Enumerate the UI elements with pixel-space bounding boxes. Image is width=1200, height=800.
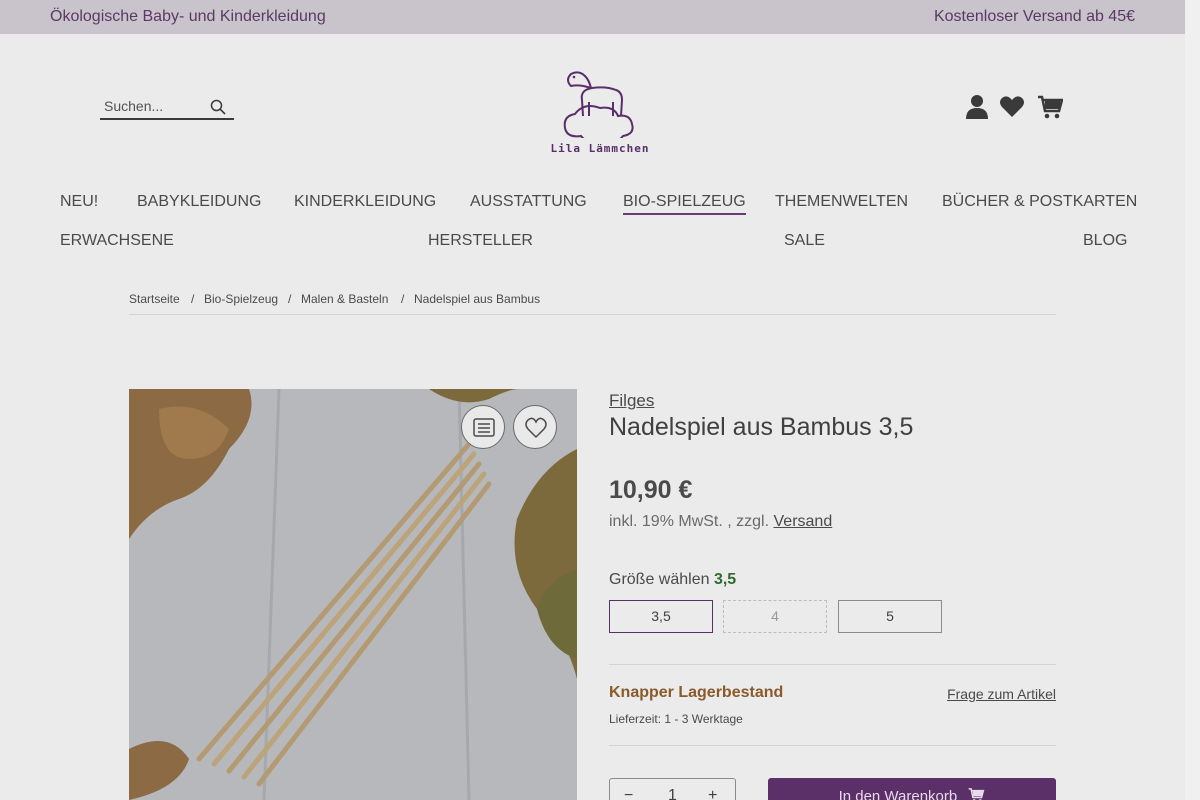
nav-item-kinderkleidung[interactable]: KINDERKLEIDUNG	[294, 193, 436, 211]
size-option-5[interactable]: 5	[838, 600, 942, 633]
breadcrumb-current: Nadelspiel aus Bambus	[414, 292, 541, 306]
add-to-cart-button[interactable]: In den Warenkorb	[768, 778, 1056, 800]
cart-icon[interactable]	[1037, 94, 1064, 125]
nav-item-ausstattung[interactable]: AUSSTATTUNG	[470, 193, 587, 211]
size-option-3-5[interactable]: 3,5	[609, 600, 713, 633]
page-scrollbar[interactable]	[1185, 0, 1200, 800]
quantity-value[interactable]: 1	[668, 787, 677, 800]
nav-item-hersteller[interactable]: HERSTELLER	[428, 232, 533, 250]
stock-status: Knapper Lagerbestand	[609, 684, 784, 701]
shipping-link[interactable]: Versand	[774, 513, 833, 530]
announcement-right: Kostenloser Versand ab 45€	[933, 8, 1135, 25]
cart-icon	[969, 788, 985, 800]
breadcrumb-malen-basteln[interactable]: Malen & Basteln	[301, 292, 388, 306]
user-icon[interactable]	[965, 94, 989, 125]
list-icon	[473, 418, 495, 437]
quantity-stepper[interactable]: − 1 +	[609, 778, 736, 800]
heart-outline-icon	[525, 417, 547, 439]
question-link[interactable]: Frage zum Artikel	[947, 686, 1056, 702]
size-label-text: Größe wählen	[609, 571, 710, 588]
nav-item-erwachsene[interactable]: ERWACHSENE	[60, 232, 174, 250]
stock-box: Knapper Lagerbestand Lieferzeit: 1 - 3 W…	[609, 664, 1056, 746]
tax-text: inkl. 19% MwSt. , zzgl.	[609, 513, 770, 530]
nav-item-buecher-postkarten[interactable]: BÜCHER & POSTKARTEN	[942, 193, 1137, 211]
top-announcement-bar: Ökologische Baby- und Kinderkleidung Kos…	[0, 0, 1185, 34]
product-title: Nadelspiel aus Bambus 3,5	[609, 413, 914, 441]
logo[interactable]: Lila Lämmchen	[545, 62, 655, 158]
nav-item-neu[interactable]: NEU!	[60, 193, 98, 211]
product-price: 10,90 €	[609, 476, 693, 504]
breadcrumb-separator: /	[191, 292, 195, 306]
size-option-4[interactable]: 4	[723, 600, 827, 633]
nav-row-1: NEU! BABYKLEIDUNG KINDERKLEIDUNG AUSSTAT…	[60, 193, 1137, 223]
product-image[interactable]	[129, 389, 577, 800]
search-input[interactable]	[104, 98, 204, 114]
search-box	[100, 96, 234, 120]
nav-row-2: ERWACHSENE HERSTELLER SALE BLOG	[60, 232, 1127, 262]
breadcrumb-separator: /	[288, 292, 292, 306]
product-photo	[129, 389, 577, 800]
nav-item-sale[interactable]: SALE	[784, 232, 825, 250]
plus-icon[interactable]: +	[708, 787, 717, 800]
logo-text: Lila Lämmchen	[550, 142, 650, 155]
selected-size: 3,5	[713, 571, 737, 588]
search-icon[interactable]	[210, 99, 226, 115]
nav-item-themenwelten[interactable]: THEMENWELTEN	[775, 193, 908, 211]
nav-item-bio-spielzeug[interactable]: BIO-SPIELZEUG	[623, 193, 746, 215]
tax-info: inkl. 19% MwSt. , zzgl. Versand	[609, 513, 832, 531]
announcement-left: Ökologische Baby- und Kinderkleidung	[50, 8, 326, 25]
breadcrumb-bio-spielzeug[interactable]: Bio-Spielzeug	[204, 292, 278, 306]
heart-icon[interactable]	[1000, 96, 1024, 123]
lamb-logo-icon	[563, 71, 634, 144]
breadcrumb-home[interactable]: Startseite	[129, 292, 180, 306]
nav-item-blog[interactable]: BLOG	[1083, 232, 1127, 250]
breadcrumb-separator: /	[401, 292, 405, 306]
add-to-cart-label: In den Warenkorb	[838, 788, 958, 800]
nav-item-babykleidung[interactable]: BABYKLEIDUNG	[137, 193, 261, 211]
breadcrumb: Startseite / Bio-Spielzeug / Malen & Bas…	[129, 290, 1056, 315]
minus-icon[interactable]: −	[624, 787, 633, 800]
size-label: Größe wählen 3,5	[609, 571, 736, 589]
wishlist-button[interactable]	[513, 405, 557, 449]
compare-button[interactable]	[461, 405, 505, 449]
delivery-time: Lieferzeit: 1 - 3 Werktage	[609, 712, 743, 726]
manufacturer-link[interactable]: Filges	[609, 391, 654, 411]
